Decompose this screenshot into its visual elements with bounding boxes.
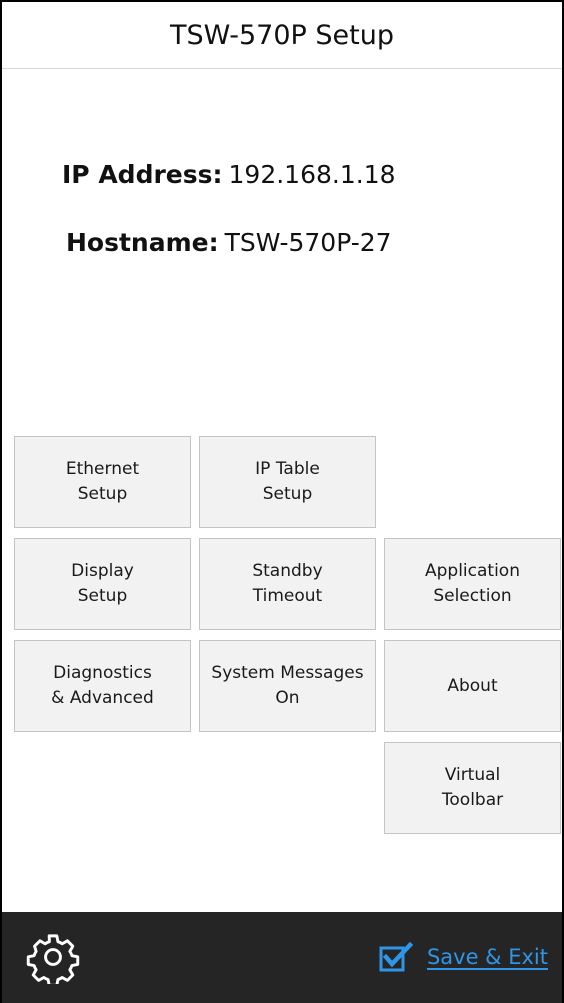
ip-table-setup-label: IP Table Setup xyxy=(255,459,320,504)
display-setup-button[interactable]: Display Setup xyxy=(14,538,191,630)
header-bar: TSW-570P Setup xyxy=(2,2,562,69)
virtual-toolbar-label: Virtual Toolbar xyxy=(441,765,504,810)
system-messages-button[interactable]: System Messages On xyxy=(199,640,376,732)
gear-icon[interactable] xyxy=(26,930,80,984)
save-exit-label: Save & Exit xyxy=(426,945,548,969)
standby-timeout-button[interactable]: Standby Timeout xyxy=(199,538,376,630)
hostname-label: Hostname: xyxy=(66,228,219,257)
ip-table-setup-button[interactable]: IP Table Setup xyxy=(199,436,376,528)
display-setup-label: Display Setup xyxy=(71,561,134,606)
application-selection-button[interactable]: Application Selection xyxy=(384,538,561,630)
application-selection-label: Application Selection xyxy=(425,561,520,606)
setup-screen: TSW-570P Setup IP Address: 192.168.1.18 H… xyxy=(0,0,564,1003)
virtual-toolbar-button[interactable]: Virtual Toolbar xyxy=(384,742,561,834)
diagnostics-advanced-button[interactable]: Diagnostics & Advanced xyxy=(14,640,191,732)
ip-address-line: IP Address: 192.168.1.18 xyxy=(62,160,396,189)
standby-timeout-label: Standby Timeout xyxy=(252,561,323,606)
footer-bar: Save & Exit xyxy=(2,912,562,1003)
page-title: TSW-570P Setup xyxy=(170,19,394,51)
about-button[interactable]: About xyxy=(384,640,561,732)
ethernet-setup-button[interactable]: Ethernet Setup xyxy=(14,436,191,528)
checkbox-checked-icon xyxy=(379,942,413,972)
about-label: About xyxy=(447,675,498,696)
ethernet-setup-label: Ethernet Setup xyxy=(65,459,140,504)
system-messages-label: System Messages On xyxy=(211,663,364,708)
hostname-value: TSW-570P-27 xyxy=(224,228,392,257)
save-exit-button[interactable]: Save & Exit xyxy=(379,942,548,972)
hostname-line: Hostname: TSW-570P-27 xyxy=(66,228,392,257)
diagnostics-advanced-label: Diagnostics & Advanced xyxy=(51,663,154,708)
ip-address-value: 192.168.1.18 xyxy=(228,160,396,189)
ip-address-label: IP Address: xyxy=(62,160,223,189)
